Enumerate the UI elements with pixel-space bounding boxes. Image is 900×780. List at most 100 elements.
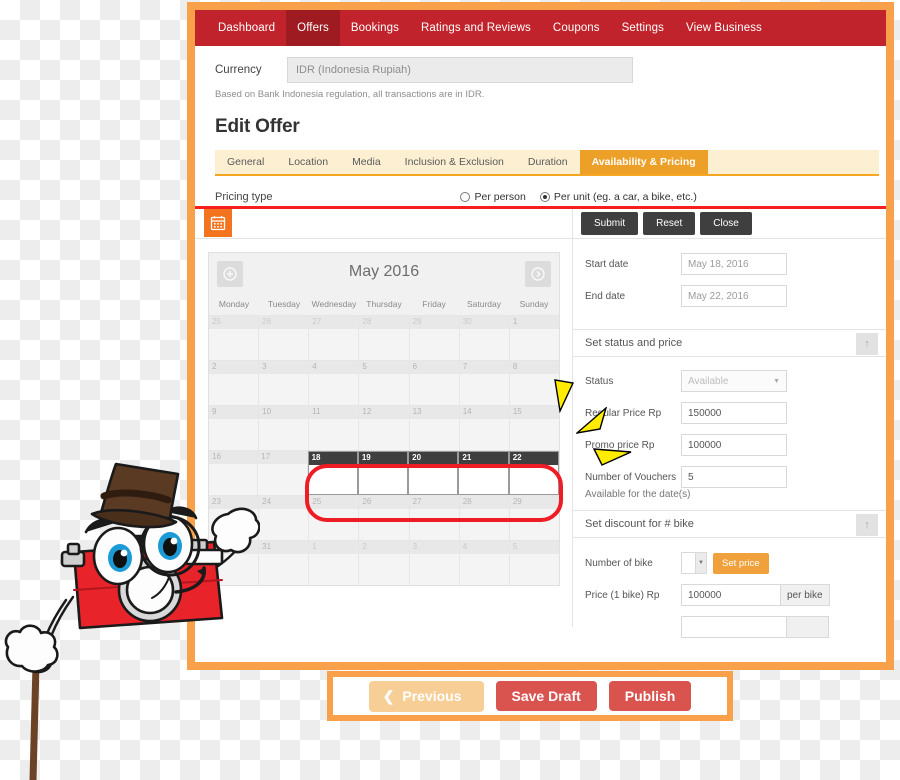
calendar-day-cell[interactable]: 13: [409, 406, 460, 450]
dow-saturday: Saturday: [466, 299, 502, 309]
publish-button[interactable]: Publish: [608, 681, 692, 711]
calendar-day-number: 25: [209, 316, 259, 329]
tab-availability-pricing[interactable]: Availability & Pricing: [579, 150, 708, 174]
number-of-bike-select[interactable]: ▼: [681, 552, 707, 574]
previous-button[interactable]: ❮ Previous: [368, 680, 484, 712]
regular-price-input[interactable]: 150000: [681, 402, 787, 424]
calendar-day-cell[interactable]: 1: [509, 316, 559, 360]
calendar-day-number: 21: [459, 452, 508, 465]
nav-item-settings[interactable]: Settings: [611, 10, 675, 46]
calendar-day-cell[interactable]: 15: [509, 406, 559, 450]
calendar-day-number: 24: [259, 496, 309, 509]
nav-item-dashboard[interactable]: Dashboard: [207, 10, 286, 46]
calendar-day-cell[interactable]: 26: [259, 316, 310, 360]
currency-input[interactable]: IDR (Indonesia Rupiah): [287, 57, 633, 83]
calendar-day-cell[interactable]: 12: [359, 406, 410, 450]
form-action-bar: Submit Reset Close: [573, 209, 886, 239]
calendar-day-cell-selected[interactable]: 21: [458, 451, 509, 495]
calendar-day-cell[interactable]: 7: [459, 361, 510, 405]
calendar-day-number: 8: [509, 361, 559, 374]
calendar-day-cell[interactable]: 17: [258, 451, 308, 495]
availability-calendar: May 2016 Monday Tuesday Wednesday Thursd…: [208, 252, 560, 586]
start-date-row: Start date May 18, 2016: [573, 253, 886, 275]
close-button[interactable]: Close: [700, 212, 752, 235]
calendar-week-row: 23 24 25 26 27 28 29: [209, 495, 559, 540]
calendar-day-cell[interactable]: 29: [509, 496, 559, 540]
calendar-day-number: 5: [359, 361, 409, 374]
calendar-day-cell[interactable]: 26: [359, 496, 410, 540]
calendar-day-cell[interactable]: 4: [459, 541, 510, 585]
calendar-day-cell-selected[interactable]: 22: [508, 451, 559, 495]
calendar-day-cell-selected[interactable]: 20: [408, 451, 459, 495]
calendar-day-number: 11: [309, 406, 359, 419]
calendar-day-cell[interactable]: 24: [259, 496, 310, 540]
number-of-vouchers-input[interactable]: 5: [681, 466, 787, 488]
calendar-day-cell[interactable]: 2: [359, 541, 410, 585]
section-title: Set discount for # bike: [585, 518, 694, 530]
nav-item-bookings[interactable]: Bookings: [340, 10, 410, 46]
calendar-icon: [210, 216, 226, 231]
calendar-day-number: 10: [259, 406, 309, 419]
calendar-day-cell[interactable]: 29: [409, 316, 460, 360]
status-select[interactable]: Available ▼: [681, 370, 787, 392]
calendar-day-cell[interactable]: 14: [459, 406, 510, 450]
save-draft-button[interactable]: Save Draft: [495, 681, 597, 711]
calendar-day-cell[interactable]: 27: [309, 316, 360, 360]
calendar-day-cell[interactable]: 25: [309, 496, 360, 540]
nav-item-coupons[interactable]: Coupons: [542, 10, 611, 46]
collapse-up-icon[interactable]: ↑: [856, 514, 878, 536]
end-date-label: End date: [585, 290, 626, 302]
radio-per-unit[interactable]: Per unit (eg. a car, a bike, etc.): [539, 191, 697, 203]
calendar-day-cell[interactable]: 8: [509, 361, 559, 405]
nav-label: Ratings and Reviews: [420, 22, 531, 34]
price-one-bike-input[interactable]: 100000: [681, 584, 781, 606]
nav-item-view-business[interactable]: View Business: [675, 10, 773, 46]
pricing-type-row: Pricing type Per person Per unit (eg. a …: [195, 187, 886, 209]
nav-item-offers[interactable]: Offers: [286, 10, 340, 46]
calendar-day-cell[interactable]: 5: [359, 361, 410, 405]
calendar-day-cell-selected[interactable]: 19: [357, 451, 409, 495]
currency-note: Based on Bank Indonesia regulation, all …: [215, 89, 485, 100]
nav-item-ratings-and-reviews[interactable]: Ratings and Reviews: [410, 10, 542, 46]
calendar-day-cell[interactable]: 30: [459, 316, 510, 360]
calendar-day-cell[interactable]: 27: [409, 496, 460, 540]
calendar-view-tab[interactable]: [204, 209, 232, 237]
calendar-day-cell[interactable]: 31: [259, 541, 310, 585]
calendar-day-cell[interactable]: 6: [409, 361, 460, 405]
calendar-day-cell[interactable]: 10: [259, 406, 310, 450]
content-split: May 2016 Monday Tuesday Wednesday Thursd…: [195, 209, 886, 638]
tab-media[interactable]: Media: [340, 150, 393, 174]
tab-duration[interactable]: Duration: [516, 150, 580, 174]
calendar-day-cell[interactable]: 25: [209, 316, 260, 360]
calendar-day-cell[interactable]: 2: [209, 361, 260, 405]
calendar-day-cell-selected[interactable]: 18: [307, 451, 358, 495]
tab-inclusion-exclusion[interactable]: Inclusion & Exclusion: [393, 150, 516, 174]
reset-button[interactable]: Reset: [643, 212, 696, 235]
price-extra-row: [573, 616, 886, 638]
calendar-day-cell[interactable]: 28: [359, 316, 410, 360]
submit-button[interactable]: Submit: [581, 212, 639, 235]
calendar-day-number: 12: [359, 406, 409, 419]
calendar-day-cell[interactable]: 3: [409, 541, 460, 585]
set-price-button[interactable]: Set price: [713, 552, 769, 574]
tab-label: Inclusion & Exclusion: [404, 156, 504, 168]
camera-mascot-illustration: [4, 462, 260, 780]
radio-per-person[interactable]: Per person: [460, 191, 526, 203]
availability-form-pane: Submit Reset Close Start date May 18, 20…: [554, 209, 886, 638]
promo-price-input[interactable]: 100000: [681, 434, 787, 456]
calendar-day-number: 1: [509, 316, 559, 329]
start-date-input[interactable]: May 18, 2016: [681, 253, 787, 275]
nav-label: View Business: [686, 22, 762, 34]
end-date-input[interactable]: May 22, 2016: [681, 285, 787, 307]
calendar-day-cell[interactable]: 3: [259, 361, 310, 405]
calendar-day-cell[interactable]: 11: [309, 406, 360, 450]
price-extra-input[interactable]: [681, 616, 787, 638]
calendar-day-cell[interactable]: 1: [309, 541, 360, 585]
calendar-day-cell[interactable]: 4: [309, 361, 360, 405]
calendar-day-cell[interactable]: 5: [509, 541, 559, 585]
regular-price-label: Regular Price Rp: [585, 407, 662, 419]
calendar-day-cell[interactable]: 28: [459, 496, 510, 540]
collapse-up-icon[interactable]: ↑: [856, 333, 878, 355]
tab-location[interactable]: Location: [276, 150, 340, 174]
tab-general[interactable]: General: [215, 150, 276, 174]
